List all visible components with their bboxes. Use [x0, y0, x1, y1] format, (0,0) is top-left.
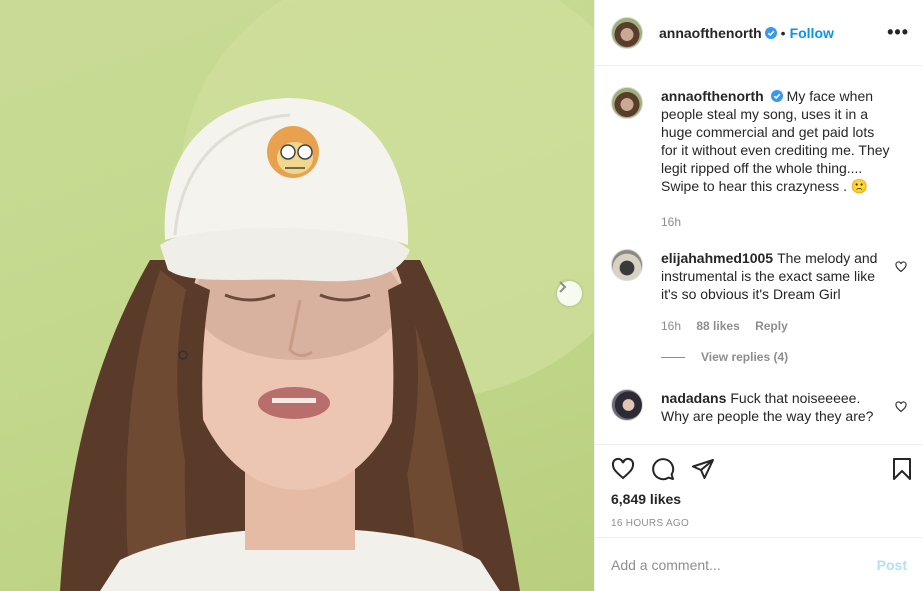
heart-icon[interactable]: [895, 401, 907, 413]
bookmark-icon[interactable]: [890, 457, 914, 481]
comment-likes[interactable]: 88 likes: [696, 319, 739, 333]
post-comment-button[interactable]: Post: [877, 557, 907, 573]
comment-item: elijahahmed1005 The melody and instrument…: [611, 249, 907, 335]
comment-username[interactable]: elijahahmed1005: [661, 250, 773, 266]
post-media[interactable]: [0, 0, 594, 591]
frown-emoji-icon: 🙁: [850, 178, 869, 194]
heart-icon[interactable]: [895, 261, 907, 273]
commenter-avatar[interactable]: [611, 249, 643, 281]
heart-icon[interactable]: [611, 457, 635, 481]
post-header: annaofthenorth • Follow •••: [595, 0, 923, 66]
comment-time[interactable]: 16h: [661, 319, 681, 333]
likes-count[interactable]: 6,849 likes: [595, 491, 923, 507]
caption-time[interactable]: 16h: [661, 215, 681, 229]
verified-badge-icon: [764, 26, 777, 39]
reply-button[interactable]: Reply: [755, 319, 788, 333]
action-bar: [595, 445, 923, 493]
comment-input[interactable]: [611, 556, 867, 573]
view-replies-label: View replies (4): [701, 350, 789, 364]
caption-username[interactable]: annaofthenorth: [661, 88, 764, 104]
add-comment-bar: Post: [595, 537, 923, 591]
author-username[interactable]: annaofthenorth: [659, 25, 762, 41]
caption-avatar[interactable]: [611, 87, 643, 119]
comment-username[interactable]: nadadans: [661, 390, 726, 406]
caption: annaofthenorth My face when people steal…: [611, 87, 907, 231]
post-photo: [60, 0, 594, 591]
commenter-avatar[interactable]: [611, 389, 643, 421]
post-actions-area: 6,849 likes 16 hours ago: [595, 444, 923, 529]
comments-list[interactable]: annaofthenorth My face when people steal…: [595, 67, 923, 444]
instagram-post: annaofthenorth • Follow ••• annaofthenor…: [0, 0, 923, 591]
header-separator: •: [780, 24, 786, 41]
share-icon[interactable]: [691, 457, 715, 481]
comment-icon[interactable]: [651, 457, 675, 481]
more-options-button[interactable]: •••: [887, 22, 909, 43]
verified-badge-icon: [770, 90, 783, 102]
comment-item: nadadans Fuck that noiseeeee. Why are peo…: [611, 389, 907, 425]
next-slide-button[interactable]: [557, 281, 582, 306]
chevron-right-icon: [559, 281, 567, 293]
follow-button[interactable]: Follow: [790, 25, 834, 41]
divider-line: [661, 356, 685, 358]
author-avatar[interactable]: [611, 16, 643, 49]
post-timestamp[interactable]: 16 hours ago: [595, 518, 923, 529]
view-replies-button[interactable]: View replies (4): [661, 350, 788, 364]
post-panel: annaofthenorth • Follow ••• annaofthenor…: [594, 0, 923, 591]
